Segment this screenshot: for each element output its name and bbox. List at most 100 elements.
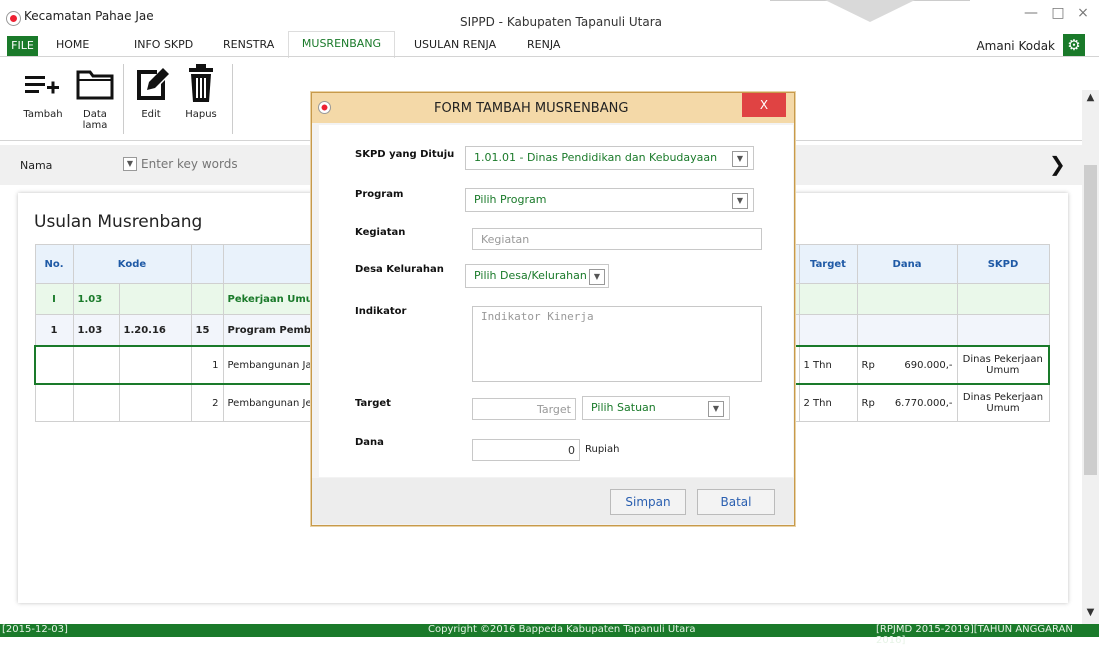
menu-usulan-renja[interactable]: USULAN RENJA <box>414 38 496 51</box>
chevron-down-icon[interactable]: ▼ <box>732 193 748 209</box>
cell-target <box>798 314 858 347</box>
cell-skpd: Dinas Pekerjaan Umum <box>956 345 1050 385</box>
minimize-button[interactable]: — <box>1019 4 1043 22</box>
trash-icon <box>189 64 213 102</box>
app-title: Kecamatan Pahae Jae <box>24 9 154 23</box>
skpd-select-value: 1.01.01 - Dinas Pendidikan dan Kebudayaa… <box>474 151 718 164</box>
maximize-button[interactable]: □ <box>1046 4 1070 22</box>
target-input[interactable]: Target <box>472 398 576 420</box>
batal-button[interactable]: Batal <box>697 489 775 515</box>
cell-kode <box>190 283 224 315</box>
data-lama-label: Data lama <box>82 109 108 131</box>
cell-kode: 1.03 <box>72 314 120 347</box>
status-copyright: Copyright ©2016 Bappeda Kabupaten Tapanu… <box>428 624 696 635</box>
cell-target: 1 Thn <box>798 345 858 385</box>
cell-kode: 1.20.16 <box>118 314 192 347</box>
cell-dana: Rp 6.770.000,- <box>856 383 958 422</box>
toolbar-separator <box>232 64 233 134</box>
column-header-target[interactable]: Target <box>798 244 858 284</box>
data-lama-button[interactable]: Data lama <box>70 62 120 131</box>
dialog-body <box>319 125 793 477</box>
kegiatan-input[interactable]: Kegiatan <box>472 228 762 250</box>
satuan-select[interactable]: Pilih Satuan ▼ <box>582 396 730 420</box>
satuan-select-value: Pilih Satuan <box>591 401 656 414</box>
simpan-button[interactable]: Simpan <box>610 489 686 515</box>
status-period: [RPJMD 2015-2019][TAHUN ANGGARAN 2016] <box>876 624 1073 646</box>
dialog-close-button[interactable]: X <box>742 93 786 117</box>
column-header-kode[interactable]: Kode <box>72 244 192 284</box>
column-header <box>190 244 224 284</box>
desa-select-value: Pilih Desa/Kelurahan <box>474 269 587 282</box>
desa-select[interactable]: Pilih Desa/Kelurahan ▼ <box>465 264 609 288</box>
dana-unit: Rupiah <box>585 444 620 455</box>
window-title: SIPPD - Kabupaten Tapanuli Utara <box>460 15 663 29</box>
kegiatan-label: Kegiatan <box>355 227 406 238</box>
username[interactable]: Amani Kodak <box>976 39 1055 53</box>
cell-kode: 2 <box>190 383 224 422</box>
chevron-right-icon[interactable]: ❯ <box>1049 152 1066 176</box>
scrollbar-thumb[interactable] <box>1084 165 1097 475</box>
cell-kode: 1 <box>190 345 224 385</box>
cell-dana: Rp 690.000,- <box>856 345 958 385</box>
tambah-label: Tambah <box>23 109 63 120</box>
column-header-skpd[interactable]: SKPD <box>956 244 1050 284</box>
chevron-down-icon[interactable]: ▼ <box>732 151 748 167</box>
indikator-textarea[interactable]: Indikator Kinerja <box>472 306 762 382</box>
menu-file[interactable]: FILE <box>7 36 38 56</box>
user-settings-gear-icon[interactable]: ⚙ <box>1063 34 1085 56</box>
scroll-down-icon[interactable]: ▼ <box>1082 607 1099 621</box>
dana-value: 6.770.000,- <box>894 397 953 409</box>
cell-kode <box>118 283 192 315</box>
program-label: Program <box>355 189 404 200</box>
cell-kode: 15 <box>190 314 224 347</box>
tambah-button[interactable]: Tambah <box>18 62 68 120</box>
toolbar-separator <box>123 64 124 134</box>
column-header-no[interactable]: No. <box>34 244 74 284</box>
cell-skpd <box>956 314 1050 347</box>
menu-renstra[interactable]: RENSTRA <box>223 38 274 51</box>
status-date: [2015-12-03] <box>2 624 68 635</box>
dialog-title: FORM TAMBAH MUSRENBANG <box>434 101 629 116</box>
menu-musrenbang[interactable]: MUSRENBANG <box>288 31 395 58</box>
menu-renja[interactable]: RENJA <box>527 38 560 51</box>
program-select-value: Pilih Program <box>474 193 547 206</box>
scroll-up-icon[interactable]: ▲ <box>1082 92 1099 106</box>
cell-kode <box>118 345 192 385</box>
cell-no <box>34 345 74 385</box>
cell-target <box>798 283 858 315</box>
edit-icon <box>137 68 169 100</box>
app-logo-icon <box>6 11 21 26</box>
cell-no: 1 <box>34 314 74 347</box>
edit-button[interactable]: Edit <box>128 62 174 120</box>
hapus-button[interactable]: Hapus <box>180 62 222 120</box>
desa-label: Desa Kelurahan <box>355 264 444 275</box>
add-list-icon <box>25 76 59 94</box>
menu-home[interactable]: HOME <box>56 38 89 51</box>
status-bar: [2015-12-03] Copyright ©2016 Bappeda Kab… <box>0 624 1099 646</box>
column-header-dana[interactable]: Dana <box>856 244 958 284</box>
dana-input[interactable]: 0 <box>472 439 580 461</box>
cell-kode <box>72 383 120 422</box>
edit-label: Edit <box>141 109 161 120</box>
target-label: Target <box>355 398 391 409</box>
hapus-label: Hapus <box>185 109 217 120</box>
close-window-button[interactable]: × <box>1071 4 1095 22</box>
menu-info-skpd[interactable]: INFO SKPD <box>134 38 193 51</box>
cell-kode: 1.03 <box>72 283 120 315</box>
cell-skpd <box>956 283 1050 315</box>
currency-label: Rp <box>861 397 875 409</box>
search-input[interactable] <box>141 155 301 173</box>
cell-no <box>34 383 74 422</box>
program-select[interactable]: Pilih Program ▼ <box>465 188 754 212</box>
chevron-down-icon[interactable]: ▼ <box>708 401 724 417</box>
cell-kode <box>72 345 120 385</box>
cell-dana <box>856 283 958 315</box>
chevron-down-icon[interactable]: ▼ <box>123 157 137 171</box>
chevron-down-icon[interactable]: ▼ <box>589 269 605 285</box>
cell-dana <box>856 314 958 347</box>
folder-icon <box>76 70 114 100</box>
divider <box>0 56 1099 57</box>
skpd-select[interactable]: 1.01.01 - Dinas Pendidikan dan Kebudayaa… <box>465 146 754 170</box>
panel-title: Usulan Musrenbang <box>34 212 203 232</box>
cell-kode <box>118 383 192 422</box>
